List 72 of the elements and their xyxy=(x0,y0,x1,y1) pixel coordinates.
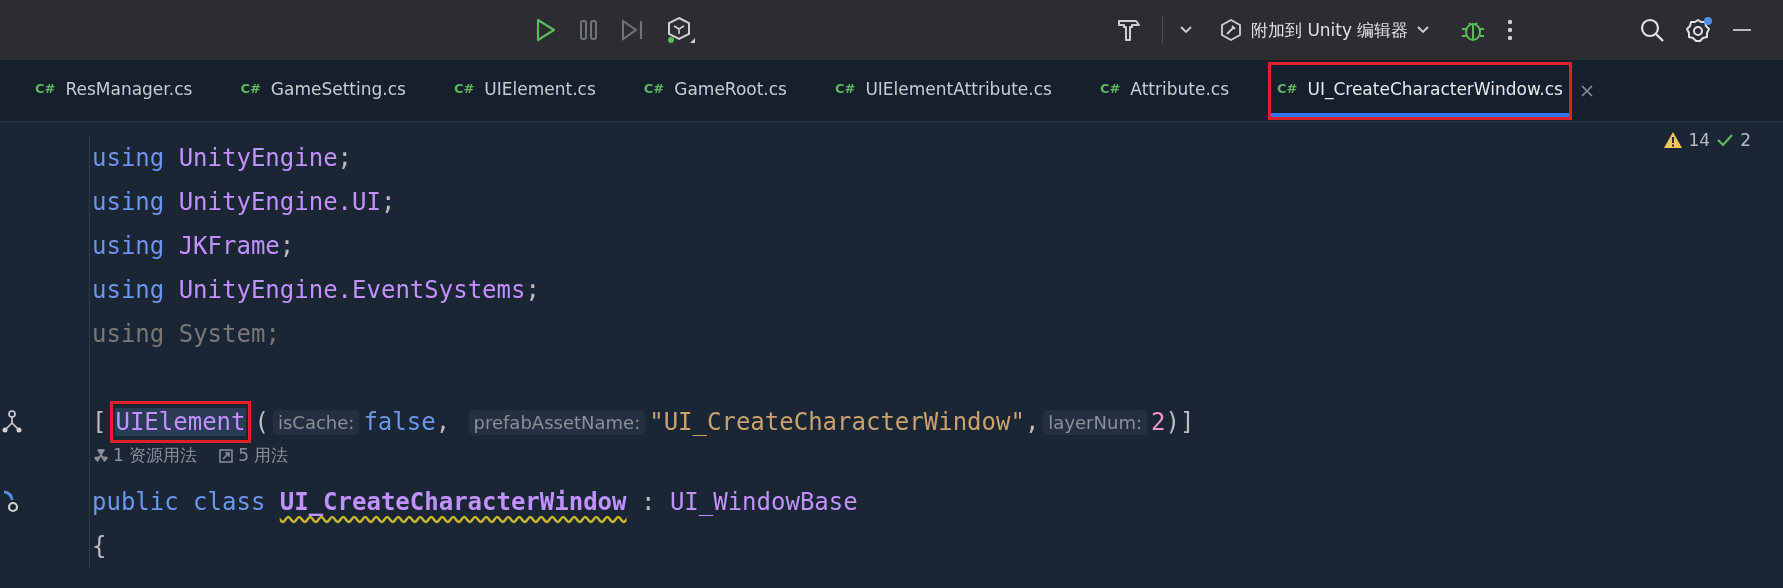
caret-icon[interactable] xyxy=(1179,25,1193,35)
check-icon[interactable] xyxy=(1716,132,1735,148)
code-punctuation: ( xyxy=(254,408,269,436)
csharp-label: C# xyxy=(834,81,856,96)
code-punctuation: , xyxy=(1024,408,1040,436)
warning-count: 14 xyxy=(1688,130,1711,150)
file-tab[interactable]: C# UIElementAttribute.cs xyxy=(828,64,1058,117)
arrow-box-icon xyxy=(219,448,234,463)
csharp-label: C# xyxy=(1099,81,1121,96)
pause-icon[interactable] xyxy=(578,18,600,42)
csharp-label: C# xyxy=(1277,81,1298,96)
cube-icon[interactable] xyxy=(666,15,696,45)
code-punctuation: ; xyxy=(525,276,540,304)
number-literal: 2 xyxy=(1151,408,1166,436)
tab-label: GameSetting.cs xyxy=(270,78,406,99)
csharp-label: C# xyxy=(453,81,475,96)
attach-button[interactable]: 附加到 Unity 编辑器 xyxy=(1213,14,1437,46)
tab-label: UIElementAttribute.cs xyxy=(865,78,1052,99)
keyword: using xyxy=(92,276,165,304)
code-punctuation: , xyxy=(435,408,452,436)
file-tab[interactable]: C# GameSetting.cs xyxy=(234,64,412,117)
code-punctuation: ; xyxy=(380,188,396,216)
tab-label: UI_CreateCharacterWindow.cs xyxy=(1307,78,1563,99)
csharp-label: C# xyxy=(643,81,665,96)
tab-label: Attribute.cs xyxy=(1130,78,1230,99)
keyword: using xyxy=(92,144,165,172)
type-name: UnityEngine.UI xyxy=(178,188,381,216)
parameter-hint: prefabAssetName: xyxy=(468,409,646,435)
code-punctuation: : xyxy=(639,488,657,516)
type-name: JKFrame xyxy=(178,232,280,260)
settings-icon[interactable] xyxy=(1685,16,1714,44)
keyword: using xyxy=(92,232,165,260)
code-punctuation: ; xyxy=(279,232,295,260)
hammer-icon[interactable] xyxy=(1116,17,1142,43)
keyword: class xyxy=(193,488,266,516)
csharp-label: C# xyxy=(35,81,56,96)
parameter-hint: layerNum: xyxy=(1043,409,1147,435)
hierarchy-icon[interactable] xyxy=(2,410,22,434)
keyword: public xyxy=(92,488,179,516)
file-tab[interactable]: C# GameRoot.cs xyxy=(637,64,793,117)
usage-link[interactable]: 5 用法 xyxy=(238,444,289,467)
unused-code: using System; xyxy=(92,320,280,348)
warning-icon[interactable] xyxy=(1662,131,1683,149)
code-punctuation: { xyxy=(92,532,107,560)
caret-icon xyxy=(1416,25,1431,35)
csharp-label: C# xyxy=(240,81,261,96)
tab-label: GameRoot.cs xyxy=(674,78,787,99)
type-name: UI_WindowBase xyxy=(669,488,858,516)
close-icon[interactable] xyxy=(1579,83,1594,98)
file-tab[interactable]: C# Attribute.cs xyxy=(1093,64,1236,117)
file-tab[interactable]: C# ResManager.cs xyxy=(29,64,199,117)
tab-label: UIElement.cs xyxy=(484,78,596,99)
file-tab[interactable]: C# UIElement.cs xyxy=(447,64,602,117)
usage-link[interactable]: 1 资源用法 xyxy=(113,444,198,467)
keyword: using xyxy=(92,188,165,216)
radiation-icon xyxy=(94,448,108,463)
file-tab[interactable]: C# UI_CreateCharacterWindow.cs xyxy=(1271,64,1569,117)
type-name: UIElement xyxy=(115,408,246,436)
tab-label: ResManager.cs xyxy=(65,78,193,99)
search-icon[interactable] xyxy=(1639,17,1666,43)
code-punctuation: )] xyxy=(1165,408,1195,436)
type-name: UnityEngine.EventSystems xyxy=(178,276,526,304)
minimize-icon[interactable] xyxy=(1733,28,1752,32)
class-name: UI_CreateCharacterWindow xyxy=(279,488,627,516)
type-name: UnityEngine xyxy=(178,144,338,172)
parameter-hint: isCache: xyxy=(272,409,360,435)
keyword: false xyxy=(363,408,436,436)
more-icon[interactable] xyxy=(1506,18,1515,42)
passed-count: 2 xyxy=(1740,130,1751,150)
string-literal: "UI_CreateCharacterWindow" xyxy=(649,408,1025,436)
code-punctuation: ; xyxy=(337,144,353,172)
code-punctuation: [ xyxy=(92,408,107,436)
